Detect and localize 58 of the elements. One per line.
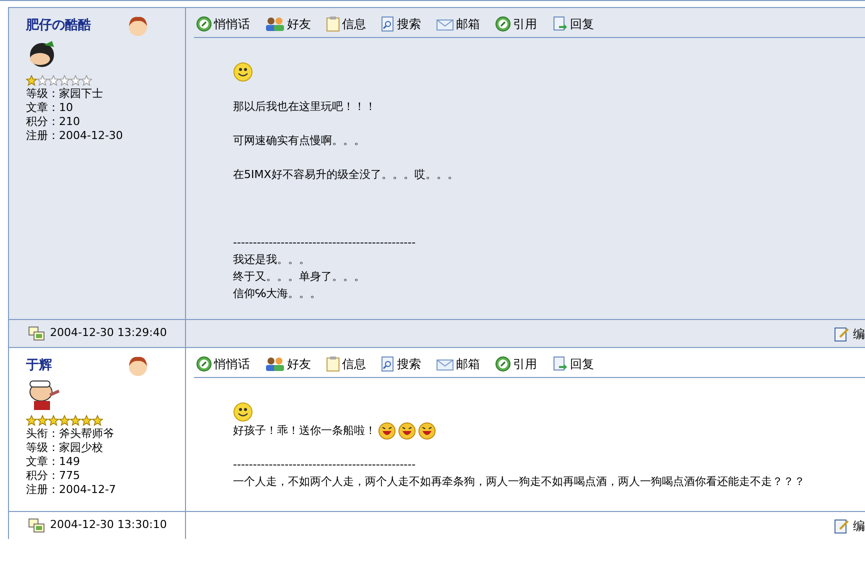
message-text: 可网速确实有点慢啊。。。: [233, 133, 365, 150]
post-action-button[interactable]: 信息: [326, 14, 366, 32]
post-action-button[interactable]: 搜索: [381, 14, 421, 32]
computer-icon: [28, 518, 45, 534]
author-detail: 积分：210: [26, 115, 81, 129]
post-timestamp: 2004-12-30 13:30:10: [50, 517, 167, 534]
author-detail: 等级：家园下士: [26, 87, 104, 101]
smiley-icon: [233, 402, 253, 422]
message-text: 一个人走，不如两个人走，两个人走不如再牵条狗，两人一狗走不如再喝点酒，两人一狗喝点酒你看还能走不走？？？: [233, 474, 805, 490]
message-text: 好孩子！乖！送你一条船啦！: [233, 422, 376, 439]
message-text: ----------------------------------------------: [233, 235, 416, 252]
author-detail: 头衔：斧头帮师爷: [26, 427, 115, 441]
post-action-button[interactable]: 信息: [326, 354, 366, 372]
author-name[interactable]: 肥仔の酷酷: [26, 16, 91, 36]
author-detail: 等级：家园少校: [26, 441, 104, 455]
clipboard-icon: [326, 356, 340, 372]
message-text: 在5IMX好不容易升的级全没了。。。哎。。。: [233, 167, 458, 184]
post-action-button[interactable]: 邮箱: [436, 354, 480, 372]
edit-button[interactable]: 编: [834, 324, 865, 342]
message-text: 我还是我。。。: [233, 252, 310, 268]
user-face-icon: [127, 355, 149, 377]
post-action-button[interactable]: 悄悄话: [196, 354, 250, 372]
post-action-button[interactable]: 悄悄话: [196, 14, 250, 32]
author-name[interactable]: 于辉: [26, 356, 52, 376]
document-search-icon: [381, 356, 395, 372]
laughing-face-icon: [378, 422, 396, 440]
post-action-button[interactable]: 引用: [495, 14, 537, 32]
author-detail: 注册：2004-12-7: [26, 483, 117, 497]
message-text: ----------------------------------------------: [233, 457, 416, 474]
people-icon: [265, 356, 285, 372]
author-detail: 文章：149: [26, 455, 81, 469]
post-action-button[interactable]: 邮箱: [436, 14, 480, 32]
laughing-face-icon: [418, 422, 436, 440]
post-action-button[interactable]: 回复: [552, 354, 594, 372]
smiley-icon: [233, 62, 253, 82]
author-detail: 注册：2004-12-30: [26, 129, 124, 143]
document-arrow-icon: [552, 16, 568, 32]
edit-icon: [834, 326, 850, 342]
edit-button[interactable]: 编: [834, 516, 865, 534]
computer-icon: [28, 326, 45, 342]
author-detail: 积分：775: [26, 469, 81, 483]
edit-icon: [834, 518, 850, 534]
message-text: 那以后我也在这里玩吧！！！: [233, 99, 376, 116]
message-text: 信仰℅大海。。。: [233, 286, 322, 302]
people-icon: [265, 16, 285, 32]
post-action-button[interactable]: 回复: [552, 14, 594, 32]
clipboard-icon: [326, 16, 340, 32]
post-action-button[interactable]: 好友: [265, 14, 311, 32]
laughing-face-icon: [398, 422, 416, 440]
post-action-button[interactable]: 好友: [265, 354, 311, 372]
message-text: 终于又。。。单身了。。。: [233, 269, 365, 286]
document-arrow-icon: [552, 356, 568, 372]
author-detail: 文章：10: [26, 101, 74, 115]
user-face-icon: [127, 15, 149, 37]
post-action-button[interactable]: 搜索: [381, 354, 421, 372]
post-timestamp: 2004-12-30 13:29:40: [50, 325, 167, 342]
post-action-button[interactable]: 引用: [495, 354, 537, 372]
document-search-icon: [381, 16, 395, 32]
